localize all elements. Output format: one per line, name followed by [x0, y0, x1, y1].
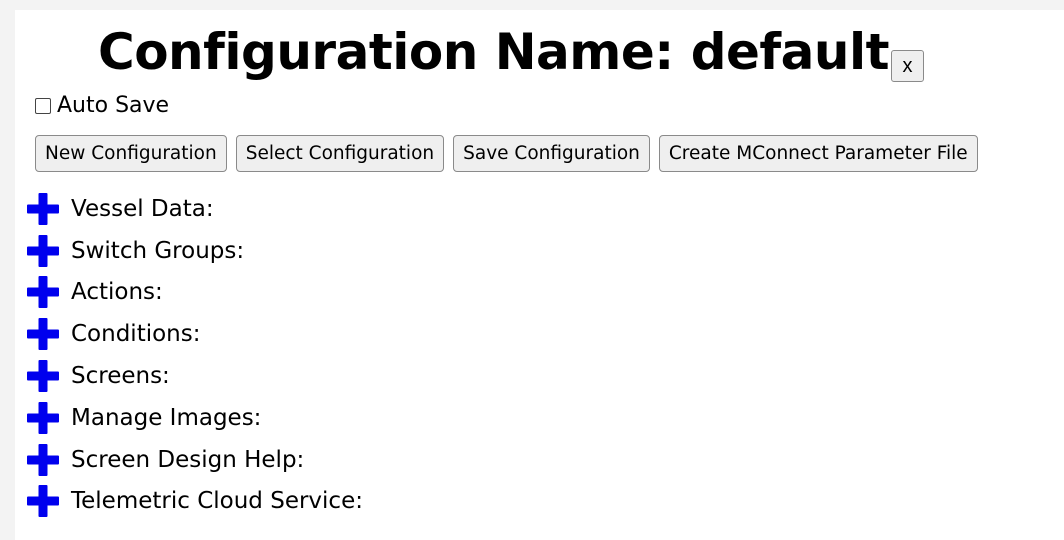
section-manage-images[interactable]: Manage Images:	[26, 397, 363, 439]
section-telemetric-cloud-service[interactable]: Telemetric Cloud Service:	[26, 481, 363, 523]
section-label: Screen Design Help:	[71, 446, 305, 473]
section-switch-groups[interactable]: Switch Groups:	[26, 230, 363, 272]
plus-icon[interactable]	[26, 443, 60, 477]
section-label: Manage Images:	[71, 404, 262, 431]
section-screen-design-help[interactable]: Screen Design Help:	[26, 439, 363, 481]
section-label: Telemetric Cloud Service:	[71, 488, 363, 515]
plus-icon[interactable]	[26, 359, 60, 393]
section-label: Vessel Data:	[71, 195, 214, 222]
section-list: Vessel Data: Switch Groups: Actions: Con…	[26, 188, 363, 522]
plus-icon[interactable]	[26, 275, 60, 309]
auto-save-toggle[interactable]: Auto Save	[35, 93, 169, 118]
section-vessel-data[interactable]: Vessel Data:	[26, 188, 363, 230]
section-label: Actions:	[71, 279, 163, 306]
title-row: Configuration Name: default x	[98, 22, 925, 82]
select-configuration-button[interactable]: Select Configuration	[235, 135, 445, 172]
toolbar: New Configuration Select Configuration S…	[35, 135, 978, 172]
close-button[interactable]: x	[891, 50, 925, 82]
page: Configuration Name: default x Auto Save …	[15, 10, 1064, 540]
auto-save-checkbox[interactable]	[35, 97, 51, 114]
section-label: Screens:	[71, 363, 170, 390]
section-screens[interactable]: Screens:	[26, 355, 363, 397]
plus-icon[interactable]	[26, 234, 60, 268]
page-title: Configuration Name: default	[98, 23, 890, 81]
plus-icon[interactable]	[26, 317, 60, 351]
plus-icon[interactable]	[26, 401, 60, 435]
section-actions[interactable]: Actions:	[26, 272, 363, 314]
plus-icon[interactable]	[26, 192, 60, 226]
plus-icon[interactable]	[26, 484, 60, 518]
section-label: Conditions:	[71, 321, 201, 348]
section-conditions[interactable]: Conditions:	[26, 313, 363, 355]
create-mconnect-parameter-file-button[interactable]: Create MConnect Parameter File	[658, 135, 978, 172]
save-configuration-button[interactable]: Save Configuration	[453, 135, 650, 172]
new-configuration-button[interactable]: New Configuration	[35, 135, 227, 172]
section-label: Switch Groups:	[71, 237, 245, 264]
auto-save-label: Auto Save	[57, 93, 170, 118]
